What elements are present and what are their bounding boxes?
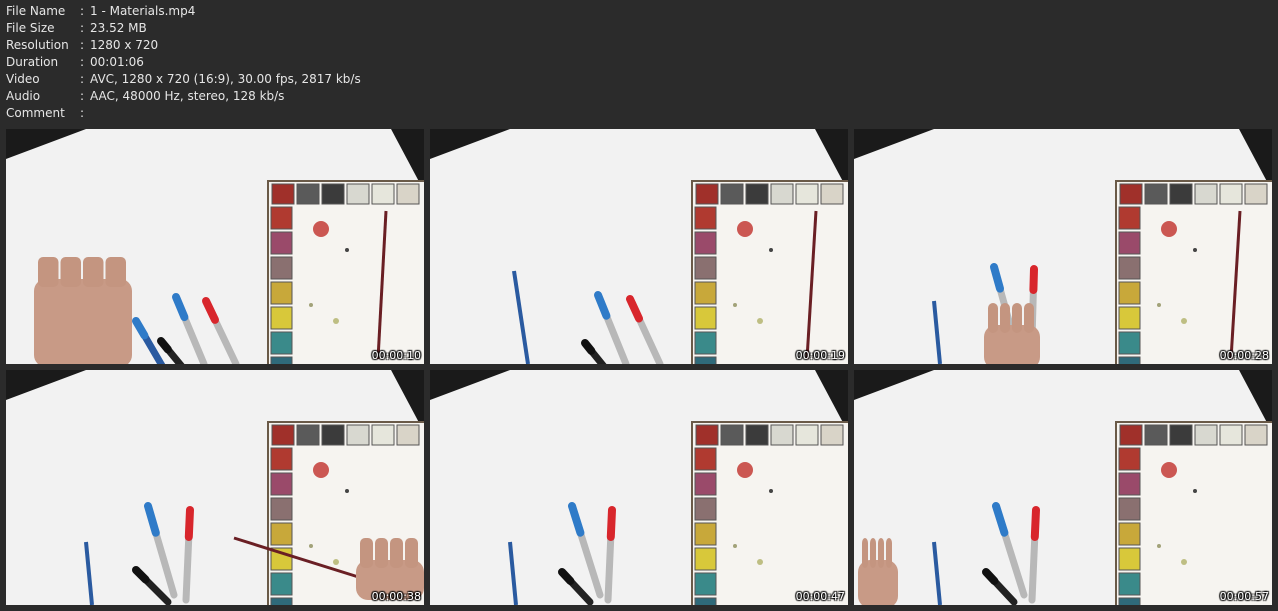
info-separator: : (80, 55, 85, 69)
info-row-duration: Duration : 00:01:06 (6, 54, 361, 71)
thumbnail-grid: 00:00:10 00:00:19 00:00:28 00:00:38 00:0… (6, 129, 1272, 605)
info-label: Comment (6, 106, 65, 120)
info-value: 23.52 MB (90, 21, 147, 35)
watercolor-palette (691, 180, 848, 364)
video-frame-image (6, 129, 424, 364)
thumbnail-timestamp: 00:00:19 (795, 349, 845, 362)
marker-pen (182, 506, 194, 604)
info-value: AAC, 48000 Hz, stereo, 128 kb/s (90, 89, 285, 103)
info-value: 00:01:06 (90, 55, 144, 69)
watercolor-palette (267, 180, 424, 364)
thumbnail-timestamp: 00:00:47 (795, 590, 845, 603)
info-label: Duration (6, 55, 59, 69)
info-separator: : (80, 72, 85, 86)
info-value: 1 - Materials.mp4 (90, 4, 196, 18)
video-frame-image (6, 370, 424, 605)
thumbnail-frame[interactable]: 00:00:19 (430, 129, 848, 364)
info-label: Video (6, 72, 40, 86)
info-separator: : (80, 38, 85, 52)
info-row-resolution: Resolution : 1280 x 720 (6, 37, 361, 54)
contact-sheet: File Name : 1 - Materials.mp4 File Size … (0, 0, 1278, 611)
thumbnail-timestamp: 00:00:57 (1219, 590, 1269, 603)
info-row-audio: Audio : AAC, 48000 Hz, stereo, 128 kb/s (6, 88, 361, 105)
file-info-panel: File Name : 1 - Materials.mp4 File Size … (6, 3, 361, 122)
info-separator: : (80, 106, 85, 120)
watercolor-palette (1115, 180, 1272, 364)
info-separator: : (80, 4, 85, 18)
info-row-video: Video : AVC, 1280 x 720 (16:9), 30.00 fp… (6, 71, 361, 88)
video-frame-image (854, 370, 1272, 605)
info-value: 1280 x 720 (90, 38, 159, 52)
info-label: File Name (6, 4, 66, 18)
hand (34, 257, 132, 364)
marker-pen (1028, 506, 1040, 604)
hand (858, 538, 898, 605)
info-row-comment: Comment : (6, 105, 361, 122)
thumbnail-frame[interactable]: 00:00:38 (6, 370, 424, 605)
video-frame-image (430, 129, 848, 364)
info-label: Resolution (6, 38, 69, 52)
info-value: AVC, 1280 x 720 (16:9), 30.00 fps, 2817 … (90, 72, 361, 86)
thumbnail-frame[interactable]: 00:00:10 (6, 129, 424, 364)
info-separator: : (80, 21, 85, 35)
info-separator: : (80, 89, 85, 103)
info-row-file-name: File Name : 1 - Materials.mp4 (6, 3, 361, 20)
info-label: File Size (6, 21, 55, 35)
watercolor-palette (691, 421, 848, 605)
thumbnail-timestamp: 00:00:28 (1219, 349, 1269, 362)
thumbnail-frame[interactable]: 00:00:57 (854, 370, 1272, 605)
marker-pen (604, 506, 616, 604)
hand (984, 303, 1040, 364)
thumbnail-frame[interactable]: 00:00:47 (430, 370, 848, 605)
thumbnail-frame[interactable]: 00:00:28 (854, 129, 1272, 364)
info-label: Audio (6, 89, 41, 103)
thumbnail-timestamp: 00:00:38 (371, 590, 421, 603)
info-row-file-size: File Size : 23.52 MB (6, 20, 361, 37)
video-frame-image (430, 370, 848, 605)
watercolor-palette (1115, 421, 1272, 605)
thumbnail-timestamp: 00:00:10 (371, 349, 421, 362)
video-frame-image (854, 129, 1272, 364)
